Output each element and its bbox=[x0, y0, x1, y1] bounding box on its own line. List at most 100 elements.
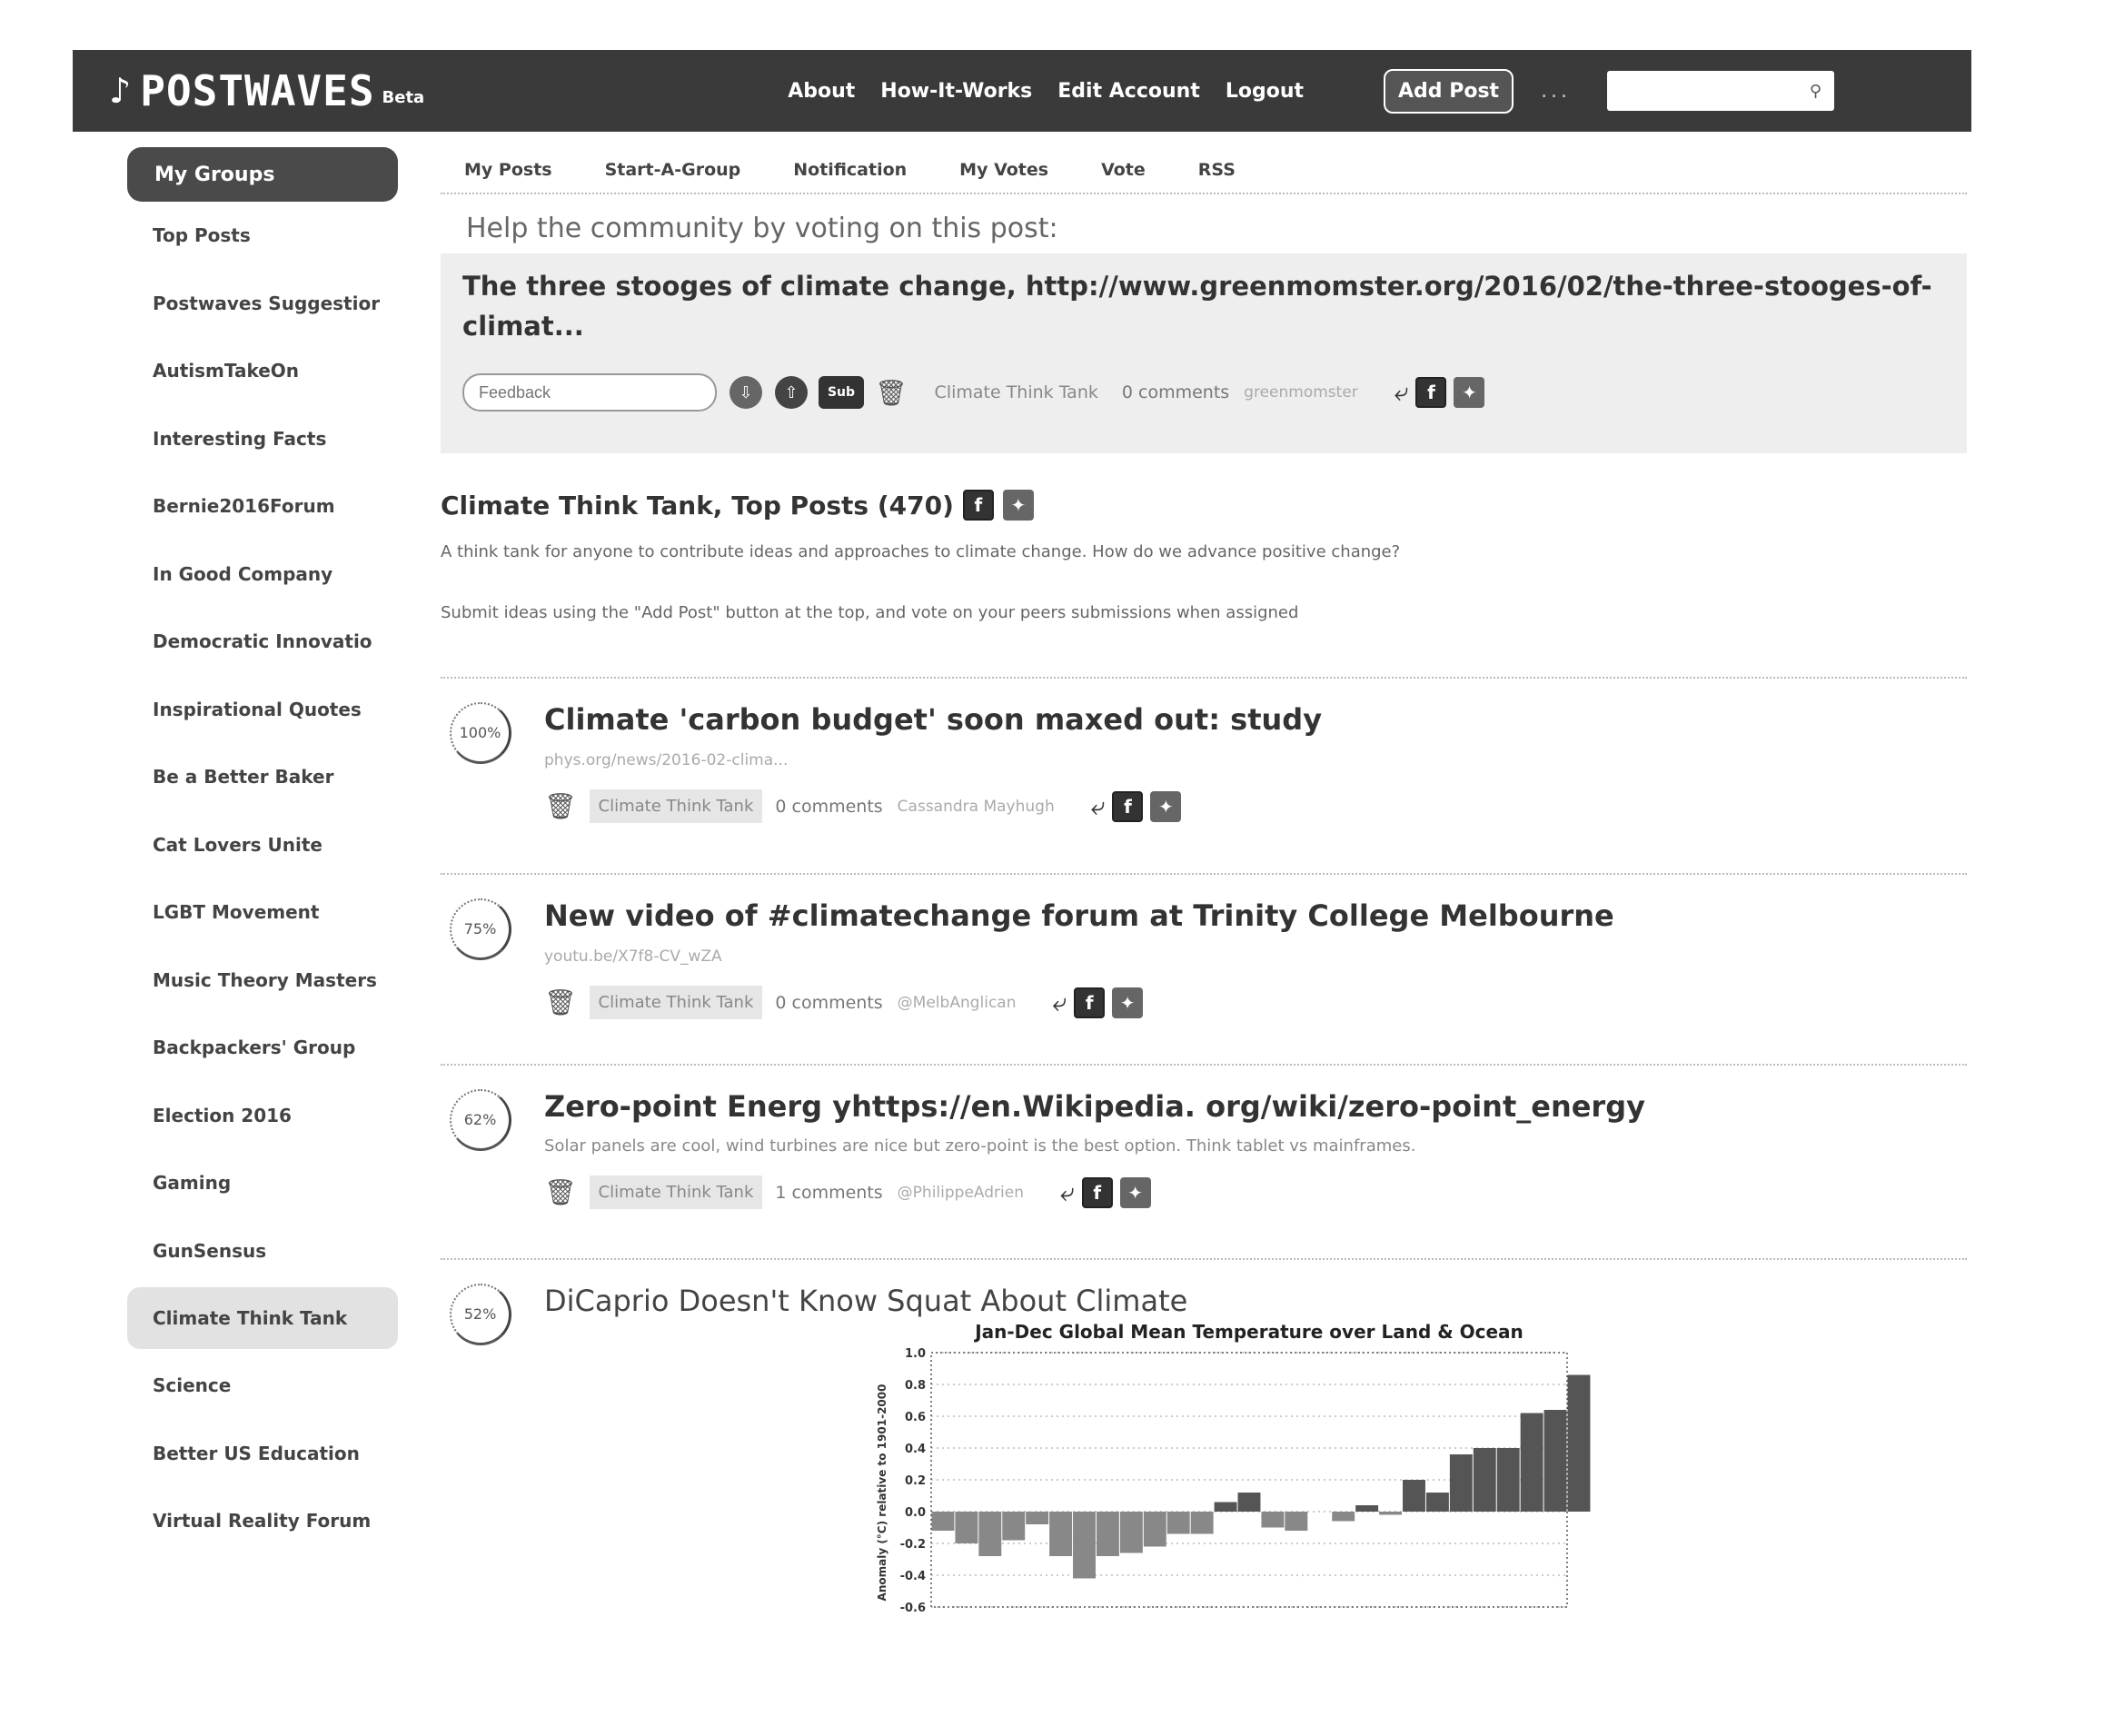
group-title-text: Climate Think Tank, Top Posts (470) bbox=[441, 490, 954, 521]
sidebar-item[interactable]: In Good Company bbox=[127, 541, 398, 609]
facebook-icon[interactable]: f bbox=[962, 490, 994, 521]
sidebar-item[interactable]: Inspirational Quotes bbox=[127, 676, 398, 744]
twitter-icon[interactable]: ✦ bbox=[1454, 377, 1485, 408]
nav-logout[interactable]: Logout bbox=[1226, 80, 1304, 103]
search-icon[interactable]: ⚲ bbox=[1810, 82, 1821, 101]
vote-post-title[interactable]: The three stooges of climate change, htt… bbox=[462, 266, 1945, 346]
chart-bar bbox=[1049, 1512, 1073, 1556]
post-source[interactable]: phys.org/news/2016-02-clima... bbox=[544, 751, 1967, 769]
post-title[interactable]: Climate 'carbon budget' soon maxed out: … bbox=[544, 679, 1967, 737]
comments-link[interactable]: 0 comments bbox=[775, 993, 882, 1013]
thumbs-down-icon[interactable]: ⇩ bbox=[730, 376, 762, 409]
twitter-icon[interactable]: ✦ bbox=[1002, 490, 1034, 521]
subnav-rss[interactable]: RSS bbox=[1198, 160, 1236, 180]
chart-bar bbox=[1285, 1512, 1308, 1531]
author-link[interactable]: @MelbAnglican bbox=[898, 994, 1017, 1012]
chart-bar bbox=[1425, 1493, 1449, 1512]
sidebar-item[interactable]: Climate Think Tank bbox=[127, 1287, 398, 1349]
sidebar-my-groups[interactable]: My Groups bbox=[127, 147, 398, 202]
post-item: 75% New video of #climatechange forum at… bbox=[441, 873, 1967, 1064]
sidebar-item[interactable]: Postwaves Suggestior bbox=[127, 270, 398, 338]
nav-how-it-works[interactable]: How-It-Works bbox=[880, 80, 1032, 103]
trash-icon[interactable]: 🗑 bbox=[544, 1177, 577, 1207]
search-input[interactable] bbox=[1627, 77, 1810, 104]
sidebar-item[interactable]: GunSensus bbox=[127, 1217, 398, 1285]
facebook-icon[interactable]: f bbox=[1112, 790, 1144, 822]
chart-bar bbox=[1214, 1502, 1237, 1512]
subnav-vote[interactable]: Vote bbox=[1101, 160, 1146, 180]
sub-navigation: My Posts Start-A-Group Notification My V… bbox=[441, 147, 1967, 194]
sidebar-item[interactable]: LGBT Movement bbox=[127, 878, 398, 947]
vote-group-tag[interactable]: Climate Think Tank bbox=[935, 382, 1098, 402]
twitter-icon[interactable]: ✦ bbox=[1119, 1176, 1151, 1208]
score-badge: 100% bbox=[450, 702, 511, 764]
add-post-button[interactable]: Add Post bbox=[1384, 68, 1514, 114]
group-tag[interactable]: Climate Think Tank bbox=[589, 789, 763, 823]
sidebar-group-list: Top Posts Postwaves Suggestior AutismTakeO… bbox=[127, 202, 398, 1555]
reply-icon[interactable]: ⤶ bbox=[1394, 377, 1409, 408]
subnav-my-votes[interactable]: My Votes bbox=[959, 160, 1048, 180]
score-badge: 52% bbox=[450, 1284, 511, 1345]
chart-ylabel: Anomaly (°C) relative to 1901-2000 bbox=[876, 1384, 888, 1602]
temperature-chart: Jan-Dec Global Mean Temperature over Lan… bbox=[868, 1320, 1594, 1620]
sidebar-item[interactable]: Democratic Innovatio bbox=[127, 608, 398, 676]
post-title[interactable]: Zero-point Energ yhttps://en.Wikipedia. … bbox=[544, 1066, 1967, 1124]
chart-bar bbox=[978, 1512, 1002, 1556]
subnav-notification[interactable]: Notification bbox=[793, 160, 907, 180]
reply-icon[interactable]: ⤶ bbox=[1053, 987, 1067, 1018]
post-title[interactable]: New video of #climatechange forum at Tri… bbox=[544, 875, 1967, 933]
group-tag[interactable]: Climate Think Tank bbox=[589, 986, 763, 1019]
sidebar-item[interactable]: Music Theory Masters bbox=[127, 947, 398, 1015]
sidebar-item[interactable]: Gaming bbox=[127, 1149, 398, 1217]
post-meta: 🗑 Climate Think Tank 0 comments Cassandr… bbox=[544, 789, 1967, 823]
sidebar-item[interactable]: Election 2016 bbox=[127, 1082, 398, 1150]
y-tick-label: -0.2 bbox=[900, 1538, 926, 1552]
subnav-my-posts[interactable]: My Posts bbox=[464, 160, 552, 180]
sidebar-item[interactable]: Be a Better Baker bbox=[127, 743, 398, 811]
sidebar-item[interactable]: Cat Lovers Unite bbox=[127, 811, 398, 879]
sidebar-item[interactable]: Science bbox=[127, 1352, 398, 1420]
twitter-icon[interactable]: ✦ bbox=[1112, 987, 1144, 1018]
sidebar-item[interactable]: Virtual Reality Forum bbox=[127, 1487, 398, 1555]
facebook-icon[interactable]: f bbox=[1074, 987, 1106, 1018]
reply-icon[interactable]: ⤶ bbox=[1091, 791, 1106, 822]
sidebar-item[interactable]: Interesting Facts bbox=[127, 405, 398, 473]
trash-icon[interactable]: 🗑 bbox=[875, 378, 908, 408]
vote-actions: ⇩ ⇧ Sub 🗑 Climate Think Tank 0 comments … bbox=[462, 373, 1945, 412]
feedback-input[interactable] bbox=[462, 373, 717, 412]
sidebar-item[interactable]: Bernie2016Forum bbox=[127, 472, 398, 541]
search-box: ⚲ bbox=[1607, 71, 1835, 111]
sidebar-item[interactable]: Better US Education bbox=[127, 1420, 398, 1488]
nav-about[interactable]: About bbox=[788, 80, 855, 103]
logo[interactable]: ♪ POSTWAVES Beta bbox=[109, 66, 424, 115]
trash-icon[interactable]: 🗑 bbox=[544, 987, 577, 1017]
facebook-icon[interactable]: f bbox=[1415, 377, 1447, 408]
subnav-start-a-group[interactable]: Start-A-Group bbox=[605, 160, 741, 180]
group-description: A think tank for anyone to contribute id… bbox=[441, 542, 1401, 561]
chart-bars bbox=[931, 1374, 1591, 1579]
submit-vote-button[interactable]: Sub bbox=[819, 376, 864, 409]
facebook-icon[interactable]: f bbox=[1081, 1176, 1113, 1208]
sidebar-item[interactable]: AutismTakeOn bbox=[127, 337, 398, 405]
vote-author[interactable]: greenmomster bbox=[1244, 383, 1358, 402]
thumbs-up-icon[interactable]: ⇧ bbox=[775, 376, 808, 409]
post-title[interactable]: DiCaprio Doesn't Know Squat About Climat… bbox=[544, 1260, 1967, 1318]
chart-bar bbox=[1543, 1410, 1567, 1512]
nav-edit-account[interactable]: Edit Account bbox=[1057, 80, 1200, 103]
vote-comments[interactable]: 0 comments bbox=[1122, 382, 1229, 402]
y-tick-label: 1.0 bbox=[905, 1347, 926, 1361]
chart-bar bbox=[1190, 1512, 1214, 1534]
author-link[interactable]: Cassandra Mayhugh bbox=[898, 798, 1055, 816]
post-source[interactable]: youtu.be/X7f8-CV_wZA bbox=[544, 947, 1967, 966]
comments-link[interactable]: 0 comments bbox=[775, 797, 882, 817]
group-tag[interactable]: Climate Think Tank bbox=[589, 1176, 763, 1209]
reply-icon[interactable]: ⤶ bbox=[1060, 1177, 1075, 1208]
sidebar-item[interactable]: Backpackers' Group bbox=[127, 1014, 398, 1082]
sidebar-item[interactable]: Top Posts bbox=[127, 202, 398, 270]
post-meta: 🗑 Climate Think Tank 1 comments @Philipp… bbox=[544, 1176, 1967, 1209]
twitter-icon[interactable]: ✦ bbox=[1150, 790, 1182, 822]
score-badge: 62% bbox=[450, 1089, 511, 1151]
comments-link[interactable]: 1 comments bbox=[775, 1183, 882, 1203]
author-link[interactable]: @PhilippeAdrien bbox=[898, 1184, 1024, 1202]
trash-icon[interactable]: 🗑 bbox=[544, 791, 577, 821]
